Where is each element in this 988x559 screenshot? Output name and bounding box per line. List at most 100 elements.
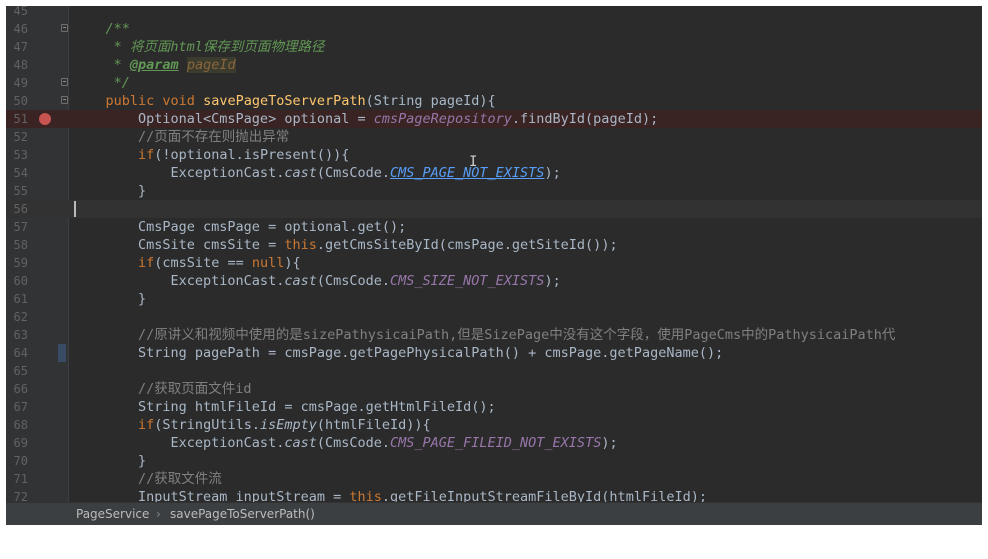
code-line[interactable]: 59 if(cmsSite == null){	[6, 254, 982, 272]
code-text: public void savePageToServerPath(String …	[73, 92, 496, 110]
code-line[interactable]: 68 if(StringUtils.isEmpty(htmlFileId)){	[6, 416, 982, 434]
code-token: *	[113, 57, 130, 73]
code-line[interactable]: 67 String htmlFileId = cmsPage.getHtmlFi…	[6, 398, 982, 416]
line-number: 71	[13, 472, 28, 486]
code-line[interactable]: 45	[6, 6, 982, 20]
code-line[interactable]: 49 */	[6, 74, 982, 92]
code-text: InputStream inputStream = this.getFileIn…	[73, 488, 707, 502]
code-line[interactable]: 48 * @param pageId	[6, 56, 982, 74]
line-number: 52	[13, 130, 28, 144]
breakpoint-icon[interactable]	[39, 113, 51, 125]
breadcrumb-method[interactable]: savePageToServerPath()	[170, 503, 315, 525]
code-line[interactable]: 58 CmsSite cmsSite = this.getCmsSiteById…	[6, 236, 982, 254]
code-line[interactable]: 46 /**	[6, 20, 982, 38]
code-text: if(!optional.isPresent()){	[73, 146, 349, 164]
code-line[interactable]: 61 }	[6, 290, 982, 308]
code-token: cast	[284, 273, 317, 289]
code-token: }	[73, 291, 147, 307]
code-line[interactable]: 50 public void savePageToServerPath(Stri…	[6, 92, 982, 110]
code-line[interactable]: 47 * 将页面html保存到页面物理路径	[6, 38, 982, 56]
code-token: //页面不存在则抛出异常	[138, 129, 290, 145]
code-line[interactable]: 71 //获取文件流	[6, 470, 982, 488]
code-text: //原讲义和视频中使用的是sizePathysicaiPath,但是SizePa…	[73, 326, 895, 344]
line-number: 69	[13, 436, 28, 450]
code-token: this	[284, 237, 317, 253]
code-token: ExceptionCast.	[73, 273, 285, 289]
code-text: CmsPage cmsPage = optional.get();	[73, 218, 406, 236]
code-line[interactable]: 54 ExceptionCast.cast(CmsCode.CMS_PAGE_N…	[6, 164, 982, 182]
code-line[interactable]: 63 //原讲义和视频中使用的是sizePathysicaiPath,但是Siz…	[6, 326, 982, 344]
code-line[interactable]: 53 if(!optional.isPresent()){	[6, 146, 982, 164]
code-token: (StringUtils.	[154, 417, 260, 433]
code-token: //获取文件流	[138, 471, 222, 487]
code-line[interactable]: 55 }	[6, 182, 982, 200]
code-token: this	[349, 489, 382, 502]
code-token: /**	[105, 21, 130, 37]
code-token: );	[544, 165, 561, 181]
line-number: 56	[13, 202, 28, 216]
code-token: .getFileInputStreamFileById(htmlFileId);	[381, 489, 707, 502]
code-editor[interactable]: 45 46 /** 47 * 将页面html保存到页面物理路径 48 * @param…	[6, 6, 982, 502]
code-line[interactable]: 52 //页面不存在则抛出异常	[6, 128, 982, 146]
code-line[interactable]: 60 ExceptionCast.cast(CmsCode.CMS_SIZE_N…	[6, 272, 982, 290]
code-token: (String pageId){	[365, 93, 496, 109]
code-token: }	[73, 183, 147, 199]
line-number: 59	[13, 256, 28, 270]
code-line[interactable]: 72 InputStream inputStream = this.getFil…	[6, 488, 982, 502]
code-line[interactable]: 57 CmsPage cmsPage = optional.get();	[6, 218, 982, 236]
vcs-change-marker[interactable]	[58, 344, 66, 362]
code-token: isEmpty	[259, 417, 317, 433]
line-number: 68	[13, 418, 28, 432]
code-token: ExceptionCast.	[73, 435, 285, 451]
code-token: }	[73, 453, 147, 469]
line-number: 48	[13, 58, 28, 72]
code-token: if	[138, 417, 155, 433]
code-line[interactable]: 65	[6, 362, 982, 380]
code-line[interactable]: 62	[6, 308, 982, 326]
code-token: String pagePath = cmsPage.getPagePhysica…	[73, 345, 724, 361]
code-text: //获取文件流	[73, 470, 222, 488]
code-line[interactable]: 66 //获取页面文件id	[6, 380, 982, 398]
fold-toggle-icon[interactable]	[61, 96, 68, 104]
code-text: * @param pageId	[73, 56, 236, 74]
code-token: cmsPageRepository	[373, 111, 512, 127]
code-token: if	[138, 255, 155, 271]
code-line[interactable]: 51 Optional<CmsPage> optional = cmsPageR…	[6, 110, 982, 128]
code-text: String htmlFileId = cmsPage.getHtmlFileI…	[73, 398, 496, 416]
code-text: * 将页面html保存到页面物理路径	[73, 38, 325, 56]
line-number: 65	[13, 364, 28, 378]
code-token: null	[251, 255, 285, 271]
code-text: ExceptionCast.cast(CmsCode.CMS_PAGE_FILE…	[73, 434, 618, 452]
code-text: CmsSite cmsSite = this.getCmsSiteById(cm…	[73, 236, 618, 254]
code-line[interactable]: 64 String pagePath = cmsPage.getPagePhys…	[6, 344, 982, 362]
breadcrumb-class[interactable]: PageService	[76, 503, 149, 525]
code-token: ){	[284, 255, 301, 271]
code-area[interactable]: 45 46 /** 47 * 将页面html保存到页面物理路径 48 * @param…	[6, 6, 982, 502]
fold-toggle-icon[interactable]	[61, 24, 68, 32]
code-line[interactable]: 70 }	[6, 452, 982, 470]
code-text: }	[73, 182, 146, 200]
code-token: //原讲义和视频中使用的是sizePathysicaiPath,但是SizePa…	[138, 327, 896, 343]
code-text: */	[73, 74, 130, 92]
line-number: 45	[13, 6, 28, 18]
fold-toggle-icon[interactable]	[61, 78, 68, 86]
line-number: 47	[13, 40, 28, 54]
code-token: pageId	[186, 57, 236, 73]
code-token: ExceptionCast.	[73, 165, 285, 181]
code-token: */	[113, 75, 130, 91]
code-line[interactable]: 56	[6, 200, 982, 218]
code-token: String htmlFileId = cmsPage.getHtmlFileI…	[73, 399, 496, 415]
code-token: CmsPage cmsPage = optional.get();	[73, 219, 407, 235]
code-text: String pagePath = cmsPage.getPagePhysica…	[73, 344, 723, 362]
line-number: 60	[13, 274, 28, 288]
code-line[interactable]: 69 ExceptionCast.cast(CmsCode.CMS_PAGE_F…	[6, 434, 982, 452]
code-token: savePageToServerPath	[203, 93, 366, 109]
